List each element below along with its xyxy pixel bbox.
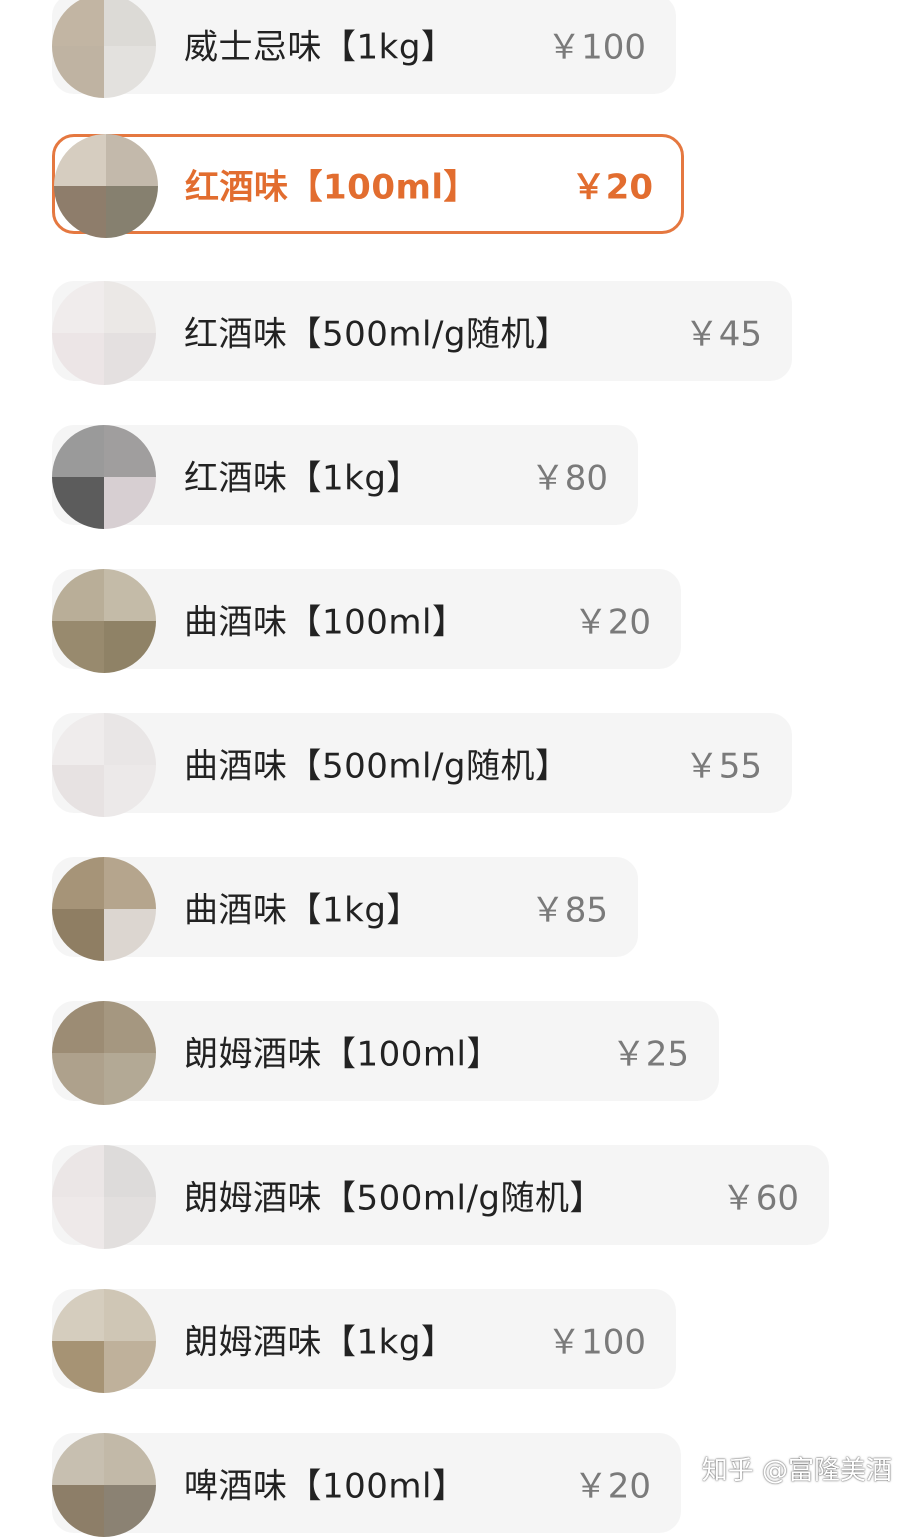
- sku-thumbnail: [52, 1433, 156, 1537]
- sku-thumbnail: [52, 0, 156, 98]
- sku-thumbnail: [54, 134, 158, 238]
- sku-name: 曲酒味【500ml/g随机】: [184, 746, 570, 787]
- sku-option[interactable]: 威士忌味【1kg】 ￥100: [52, 0, 676, 98]
- watermark: 知乎 @富隆美酒: [701, 1456, 892, 1486]
- sku-thumbnail: [52, 1289, 156, 1393]
- sku-option[interactable]: 曲酒味【500ml/g随机】 ￥55: [52, 713, 792, 817]
- sku-price: ￥20: [573, 602, 651, 643]
- sku-price: ￥100: [547, 1322, 646, 1363]
- sku-name: 威士忌味【1kg】: [184, 27, 456, 68]
- sku-price: ￥100: [547, 27, 646, 68]
- sku-thumbnail: [52, 857, 156, 961]
- sku-name: 曲酒味【1kg】: [184, 890, 421, 931]
- sku-option-selected[interactable]: 红酒味【100ml】 ￥20: [52, 134, 684, 238]
- sku-option[interactable]: 红酒味【500ml/g随机】 ￥45: [52, 281, 792, 385]
- sku-name: 红酒味【100ml】: [185, 167, 479, 208]
- sku-price: ￥45: [684, 314, 762, 355]
- sku-option[interactable]: 红酒味【1kg】 ￥80: [52, 425, 638, 529]
- sku-price: ￥20: [571, 167, 653, 208]
- sku-thumbnail: [52, 1145, 156, 1249]
- sku-name: 朗姆酒味【500ml/g随机】: [184, 1178, 604, 1219]
- sku-name: 朗姆酒味【100ml】: [184, 1034, 501, 1075]
- sku-option[interactable]: 朗姆酒味【1kg】 ￥100: [52, 1289, 676, 1393]
- sku-name: 曲酒味【100ml】: [184, 602, 467, 643]
- sku-option-list: 威士忌味【1kg】 ￥100 红酒味【100ml】 ￥20 红酒味【500ml/g随机】…: [0, 0, 912, 1537]
- sku-option[interactable]: 曲酒味【100ml】 ￥20: [52, 569, 681, 673]
- sku-price: ￥85: [530, 890, 608, 931]
- sku-price: ￥60: [721, 1178, 799, 1219]
- sku-name: 啤酒味【100ml】: [184, 1466, 467, 1507]
- sku-name: 红酒味【1kg】: [184, 458, 421, 499]
- sku-option[interactable]: 曲酒味【1kg】 ￥85: [52, 857, 638, 961]
- sku-thumbnail: [52, 713, 156, 817]
- sku-price: ￥25: [611, 1034, 689, 1075]
- sku-price: ￥20: [573, 1466, 651, 1507]
- sku-thumbnail: [52, 281, 156, 385]
- sku-thumbnail: [52, 569, 156, 673]
- sku-option[interactable]: 朗姆酒味【500ml/g随机】 ￥60: [52, 1145, 829, 1249]
- sku-name: 朗姆酒味【1kg】: [184, 1322, 456, 1363]
- sku-thumbnail: [52, 1001, 156, 1105]
- sku-price: ￥80: [530, 458, 608, 499]
- sku-option[interactable]: 啤酒味【100ml】 ￥20: [52, 1433, 681, 1537]
- sku-option[interactable]: 朗姆酒味【100ml】 ￥25: [52, 1001, 719, 1105]
- sku-thumbnail: [52, 425, 156, 529]
- sku-price: ￥55: [684, 746, 762, 787]
- sku-name: 红酒味【500ml/g随机】: [184, 314, 570, 355]
